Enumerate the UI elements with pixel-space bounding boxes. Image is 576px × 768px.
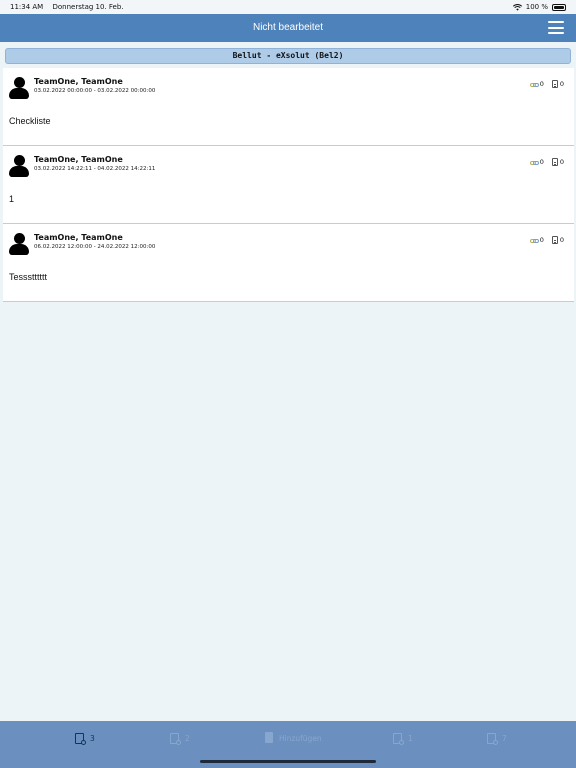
tab-in-progress[interactable]: 2 (169, 732, 190, 745)
entry-dates: 03.02.2022 14:22:11 - 04.02.2022 14:22:1… (34, 166, 156, 172)
status-time: 11:34 AM (10, 3, 44, 11)
tab-label: 1 (408, 734, 413, 743)
entry-text: 1 (9, 194, 15, 204)
list-item[interactable]: TeamOne, TeamOne 03.02.2022 00:00:00 - 0… (3, 68, 574, 146)
battery-percent: 100 % (525, 3, 548, 11)
document-add-icon (263, 732, 275, 745)
home-indicator[interactable] (200, 760, 376, 763)
tab-done[interactable]: 1 (392, 732, 413, 745)
tab-label: 7 (502, 734, 507, 743)
status-bar: 11:34 AM Donnerstag 10. Feb. 100 % (0, 0, 576, 14)
document-icon (551, 236, 558, 244)
links-count: 0 (539, 158, 544, 166)
entry-name: TeamOne, TeamOne (34, 233, 123, 242)
entry-text: Checkliste (9, 116, 51, 126)
documents-counter: 0 (551, 236, 564, 244)
link-icon (529, 238, 539, 243)
links-counter: 0 (529, 158, 544, 166)
user-avatar-icon (9, 233, 29, 255)
status-right: 100 % (512, 0, 566, 14)
document-icon (551, 80, 558, 88)
tab-label: 3 (90, 734, 95, 743)
status-date: Donnerstag 10. Feb. (52, 3, 124, 11)
clipboard-badge-icon (74, 732, 86, 745)
tab-pending[interactable]: 3 (74, 732, 95, 745)
tab-add[interactable]: Hinzufügen (263, 732, 322, 745)
status-left: 11:34 AM Donnerstag 10. Feb. (10, 0, 131, 14)
list-item[interactable]: TeamOne, TeamOne 03.02.2022 14:22:11 - 0… (3, 146, 574, 224)
clipboard-badge-icon (169, 732, 181, 745)
battery-icon (552, 3, 566, 11)
section-header[interactable]: Bellut - eXsolut (Bel2) (5, 48, 571, 64)
entry-counters: 0 0 (522, 158, 564, 166)
page-title: Nicht bearbeitet (252, 22, 324, 33)
nav-bar: Nicht bearbeitet (0, 14, 576, 42)
entry-counters: 0 0 (522, 80, 564, 88)
clipboard-badge-icon (486, 732, 498, 745)
tab-label: Hinzufügen (279, 734, 322, 743)
entry-counters: 0 0 (522, 236, 564, 244)
hamburger-menu-icon[interactable] (548, 21, 564, 34)
entry-dates: 06.02.2022 12:00:00 - 24.02.2022 12:00:0… (34, 244, 156, 250)
clipboard-badge-icon (392, 732, 404, 745)
user-avatar-icon (9, 77, 29, 99)
links-count: 0 (539, 80, 544, 88)
documents-counter: 0 (551, 158, 564, 166)
tab-archive[interactable]: 7 (486, 732, 507, 745)
wifi-icon (512, 3, 522, 11)
entry-text: Tessstttttt (9, 272, 48, 282)
link-icon (529, 160, 539, 165)
entry-name: TeamOne, TeamOne (34, 77, 123, 86)
list-item[interactable]: TeamOne, TeamOne 06.02.2022 12:00:00 - 2… (3, 224, 574, 302)
documents-count: 0 (559, 236, 564, 244)
tab-label: 2 (185, 734, 190, 743)
links-counter: 0 (529, 80, 544, 88)
links-count: 0 (539, 236, 544, 244)
user-avatar-icon (9, 155, 29, 177)
documents-counter: 0 (551, 80, 564, 88)
entry-list: TeamOne, TeamOne 03.02.2022 00:00:00 - 0… (0, 68, 576, 302)
link-icon (529, 82, 539, 87)
entry-name: TeamOne, TeamOne (34, 155, 123, 164)
documents-count: 0 (559, 158, 564, 166)
entry-dates: 03.02.2022 00:00:00 - 03.02.2022 00:00:0… (34, 88, 156, 94)
documents-count: 0 (559, 80, 564, 88)
document-icon (551, 158, 558, 166)
links-counter: 0 (529, 236, 544, 244)
